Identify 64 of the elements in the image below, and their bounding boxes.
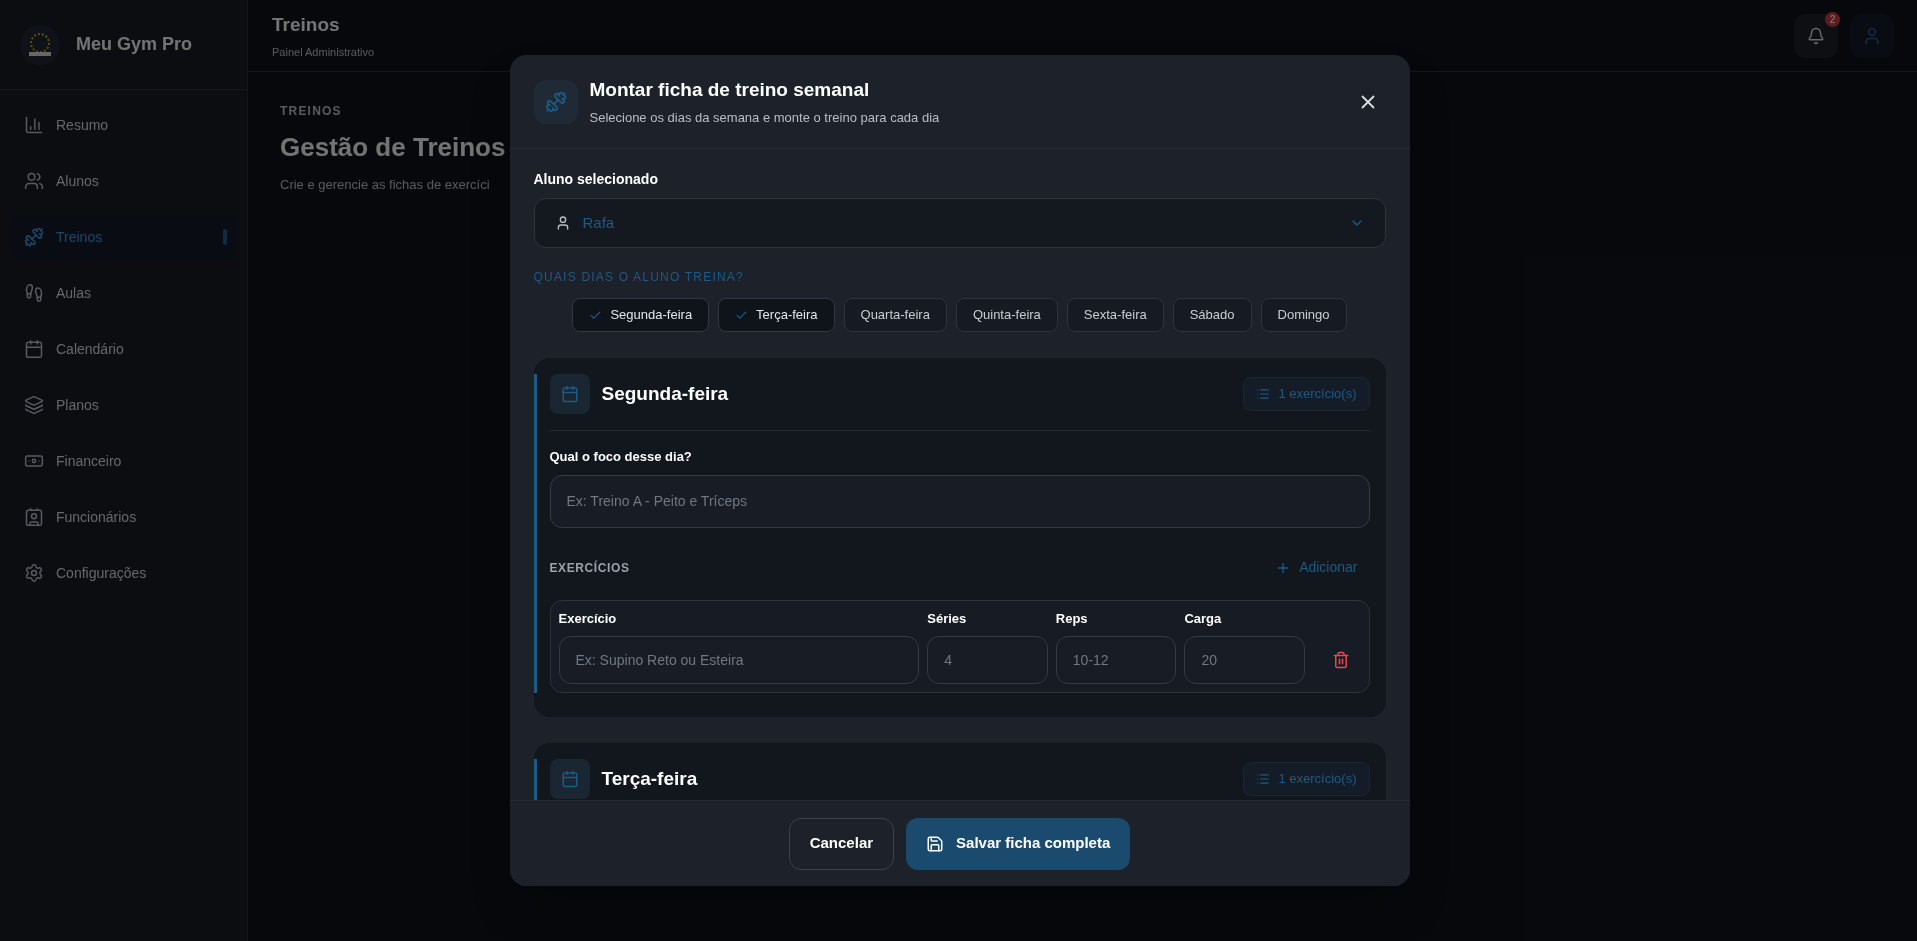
cancel-button[interactable]: Cancelar	[788, 817, 895, 870]
page-title: Gestão de Treinos	[280, 131, 506, 164]
header-title: Treinos	[272, 13, 341, 37]
input-field[interactable]: 10-12	[1055, 636, 1177, 684]
exercise-count-badge: 1 exercício(s)	[1243, 377, 1370, 411]
student-label: Aluno selecionado	[533, 170, 659, 189]
dumbbell-icon	[24, 227, 44, 247]
footprints-icon	[24, 283, 44, 303]
input-field[interactable]: 20	[1184, 636, 1305, 684]
focus-label: Qual o foco desse dia?	[549, 448, 693, 466]
field-label: Reps	[1055, 609, 1089, 628]
exercise-count-badge: 1 exercício(s)	[1243, 762, 1370, 796]
notification-badge: 2	[1825, 11, 1840, 27]
brand-name: Meu Gym Pro	[76, 33, 193, 56]
input-field[interactable]: Ex: Supino Reto ou Esteira	[558, 636, 920, 684]
page-eyebrow: TREINOS	[280, 103, 342, 120]
bell-icon	[1807, 26, 1825, 45]
day-chip[interactable]: Terça-feira	[718, 298, 835, 332]
layers-icon	[24, 395, 44, 415]
calendar-icon	[549, 374, 590, 414]
day-chip[interactable]: Sábado	[1172, 298, 1252, 332]
settings-icon	[24, 563, 44, 583]
nav-item[interactable]: Calendário	[8, 328, 239, 370]
days-label: QUAIS DIAS O ALUNO TREINA?	[533, 269, 745, 286]
nav-item[interactable]: Funcionários	[8, 496, 239, 538]
modal-title: Montar ficha de treino semanal	[589, 77, 871, 102]
day-chip[interactable]: Domingo	[1260, 298, 1347, 332]
active-indicator	[223, 229, 227, 245]
input-field[interactable]: 4	[927, 636, 1048, 684]
modal-subtitle: Selecione os dias da semana e monte o treino para cada dia	[589, 109, 941, 127]
exercises-label: EXERCÍCIOS	[549, 559, 630, 577]
nav-item[interactable]: Aulas	[8, 272, 239, 314]
student-select[interactable]: Rafa	[533, 198, 1386, 248]
nav-item[interactable]: Financeiro	[8, 440, 239, 482]
day-chip[interactable]: Sexta-feira	[1066, 298, 1164, 332]
user-icon	[1862, 25, 1882, 46]
save-icon	[926, 834, 945, 853]
day-chip[interactable]: Quarta-feira	[843, 298, 947, 332]
trash-icon	[1331, 651, 1350, 669]
calendar-icon	[24, 339, 44, 359]
add-exercise-button[interactable]: Adicionar	[1263, 557, 1370, 578]
field-label: Carga	[1184, 609, 1223, 628]
nav-item[interactable]: Resumo	[8, 104, 239, 146]
day-title: Terça-feira	[601, 766, 699, 791]
day-chip[interactable]: Segunda-feira	[572, 298, 710, 332]
notification-button[interactable]: 2	[1794, 13, 1838, 58]
nav-item[interactable]: Configurações	[8, 552, 239, 594]
page-subtitle: Crie e gerencie as fichas de exercíci	[280, 176, 490, 194]
dumbbell-icon	[533, 79, 578, 124]
chart-icon	[24, 115, 44, 135]
field-label: Exercício	[558, 609, 618, 628]
input-field[interactable]: Ex: Treino A - Peito e Tríceps	[549, 474, 1370, 528]
id-badge-icon	[24, 507, 44, 527]
users-icon	[24, 171, 44, 191]
list-icon	[1256, 387, 1271, 401]
day-chip[interactable]: Quinta-feira	[955, 298, 1058, 332]
list-icon	[1256, 772, 1271, 786]
nav-item[interactable]: Planos	[8, 384, 239, 426]
logo-icon	[20, 24, 60, 65]
nav-item[interactable]: Alunos	[8, 160, 239, 202]
field-label: Séries	[927, 609, 968, 628]
save-button[interactable]: Salvar ficha completa	[906, 817, 1131, 870]
header-subtitle: Painel Administrativo	[272, 44, 375, 60]
day-title: Segunda-feira	[601, 381, 730, 406]
